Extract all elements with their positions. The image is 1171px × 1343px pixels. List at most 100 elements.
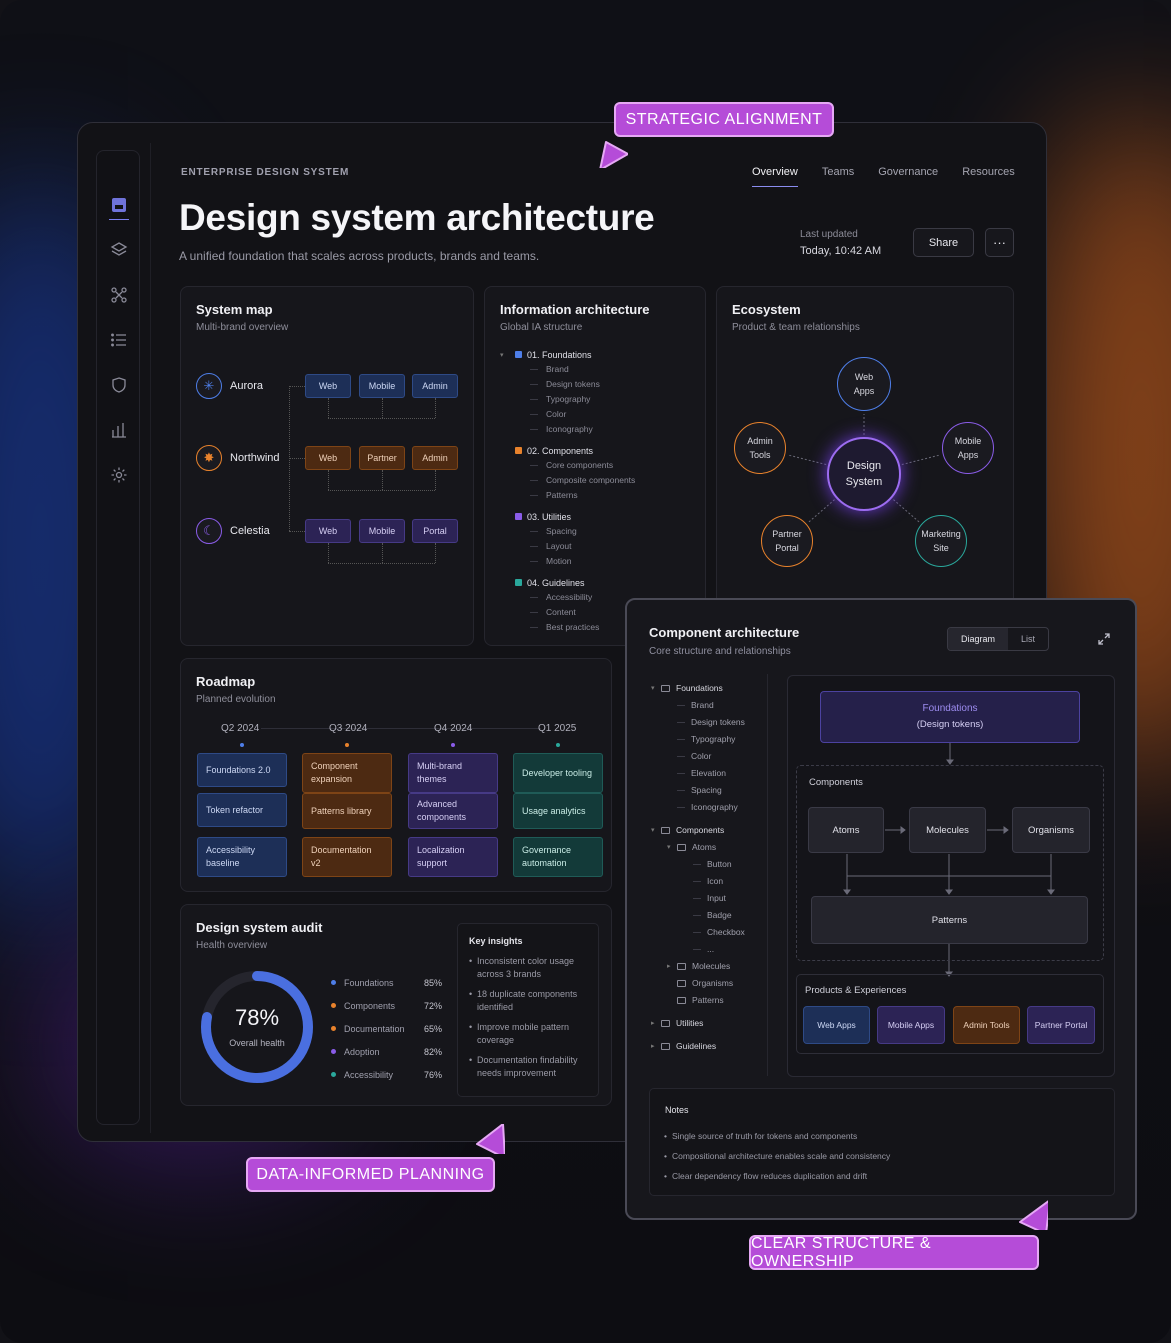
roadmap-item[interactable]: Usage analytics (513, 793, 603, 829)
product-chip[interactable]: Partner Portal (1027, 1006, 1095, 1044)
card-title: System map (196, 302, 273, 317)
organisms-node[interactable]: Organisms (1012, 807, 1090, 853)
roadmap-item[interactable]: Governance automation (513, 837, 603, 877)
legend-dot (331, 1003, 336, 1008)
overall-health-value: 78% (234, 1005, 280, 1030)
list-icon[interactable] (110, 331, 128, 349)
key-insights-title: Key insights (469, 936, 523, 946)
product-chip[interactable]: Admin Tools (953, 1006, 1020, 1044)
platform-chip[interactable]: Web (305, 519, 351, 543)
connector (382, 470, 383, 490)
ia-item[interactable]: Iconography (500, 422, 635, 437)
quarter-marker (451, 743, 455, 747)
quarter-label: Q1 2025 (538, 723, 577, 734)
ia-item[interactable]: Layout (500, 539, 635, 554)
platform-chip[interactable]: Admin (412, 446, 458, 470)
audit-card: Design system audit Health overview 78% … (180, 904, 612, 1106)
platform-chip[interactable]: Web (305, 446, 351, 470)
molecules-node[interactable]: Molecules (909, 807, 986, 853)
ia-item[interactable]: Design tokens (500, 377, 635, 392)
platform-chip[interactable]: Mobile (359, 374, 405, 398)
connector (289, 386, 305, 387)
layers-icon[interactable] (110, 241, 128, 259)
ia-section[interactable]: ▾ 01. Foundations (500, 347, 635, 362)
ecosystem-node-label: Web Apps (854, 370, 875, 398)
card-subtitle: Planned evolution (196, 694, 276, 705)
bar-chart-icon[interactable] (110, 421, 128, 439)
ia-section[interactable]: 04. Guidelines (500, 575, 635, 590)
nodes-icon[interactable] (110, 286, 128, 304)
roadmap-item[interactable]: Component expansion (302, 753, 392, 793)
ia-item[interactable]: Accessibility (500, 590, 635, 605)
ia-item[interactable]: Content (500, 605, 635, 620)
ecosystem-node[interactable]: Marketing Site (915, 515, 967, 567)
callout-data-informed-planning: DATA-INFORMED PLANNING (246, 1157, 495, 1192)
tab-overview[interactable]: Overview (752, 166, 798, 187)
roadmap-item[interactable]: Patterns library (302, 793, 392, 829)
ia-item[interactable]: Typography (500, 392, 635, 407)
ia-item[interactable]: Composite components (500, 473, 635, 488)
dashboard-icon[interactable] (110, 196, 128, 214)
ecosystem-node[interactable]: Mobile Apps (942, 422, 994, 474)
callout-arrow-icon (599, 141, 628, 168)
moon-icon: ☾ (196, 518, 222, 544)
roadmap-item[interactable]: Multi-brand themes (408, 753, 498, 793)
brand-northwind[interactable]: ✸ Northwind (196, 445, 280, 471)
platform-chip[interactable]: Portal (412, 519, 458, 543)
foundations-node[interactable]: Foundations (Design tokens) (820, 691, 1080, 743)
more-button[interactable]: ··· (985, 228, 1014, 257)
ia-item[interactable]: Patterns (500, 488, 635, 503)
patterns-node[interactable]: Patterns (811, 896, 1088, 944)
roadmap-item[interactable]: Advanced components (408, 793, 498, 829)
label-line: Site (933, 543, 949, 553)
ecosystem-node[interactable]: Partner Portal (761, 515, 813, 567)
roadmap-item[interactable]: Foundations 2.0 (197, 753, 287, 787)
ecosystem-node-label: Mobile Apps (955, 434, 982, 462)
tab-governance[interactable]: Governance (878, 166, 938, 187)
platform-chip[interactable]: Mobile (359, 519, 405, 543)
page-title: Design system architecture (179, 197, 655, 238)
brand-celestia[interactable]: ☾ Celestia (196, 518, 270, 544)
ecosystem-node[interactable]: Web Apps (837, 357, 891, 411)
connector (328, 543, 329, 563)
asterisk-icon: ✳ (196, 373, 222, 399)
roadmap-item[interactable]: Accessibility baseline (197, 837, 287, 877)
platform-chip[interactable]: Web (305, 374, 351, 398)
ia-item[interactable]: Best practices (500, 620, 635, 635)
quarter-marker (556, 743, 560, 747)
ia-section[interactable]: 03. Utilities (500, 509, 635, 524)
share-button[interactable]: Share (913, 228, 974, 257)
products-group-label: Products & Experiences (805, 985, 907, 996)
design-system-node[interactable]: Design System (827, 437, 901, 511)
platform-chip[interactable]: Partner (359, 446, 405, 470)
card-title: Roadmap (196, 674, 256, 689)
brand-aurora[interactable]: ✳ Aurora (196, 373, 263, 399)
note-item: Clear dependency flow reduces duplicatio… (664, 1171, 867, 1181)
ia-item[interactable]: Spacing (500, 524, 635, 539)
connector (435, 543, 436, 563)
ia-item[interactable]: Color (500, 407, 635, 422)
roadmap-item[interactable]: Documentation v2 (302, 837, 392, 877)
ecosystem-card: Ecosystem Product & team relationships D… (716, 286, 1014, 646)
ia-section[interactable]: 02. Components (500, 443, 635, 458)
ia-item[interactable]: Brand (500, 362, 635, 377)
connector (328, 418, 435, 419)
product-chip[interactable]: Mobile Apps (877, 1006, 945, 1044)
product-chip[interactable]: Web Apps (803, 1006, 870, 1044)
ia-item[interactable]: Motion (500, 554, 635, 569)
gear-icon[interactable] (110, 466, 128, 484)
atoms-node[interactable]: Atoms (808, 807, 884, 853)
platform-chip[interactable]: Admin (412, 374, 458, 398)
roadmap-item[interactable]: Localization support (408, 837, 498, 877)
roadmap-item[interactable]: Token refactor (197, 793, 287, 827)
shield-icon[interactable] (110, 376, 128, 394)
tab-teams[interactable]: Teams (822, 166, 854, 187)
roadmap-item[interactable]: Developer tooling (513, 753, 603, 793)
ia-item[interactable]: Core components (500, 458, 635, 473)
last-updated-label: Last updated (800, 229, 858, 240)
connector (328, 398, 329, 418)
connector (289, 458, 305, 459)
notes-title: Notes (665, 1105, 689, 1115)
tab-resources[interactable]: Resources (962, 166, 1015, 187)
ecosystem-node[interactable]: Admin Tools (734, 422, 786, 474)
